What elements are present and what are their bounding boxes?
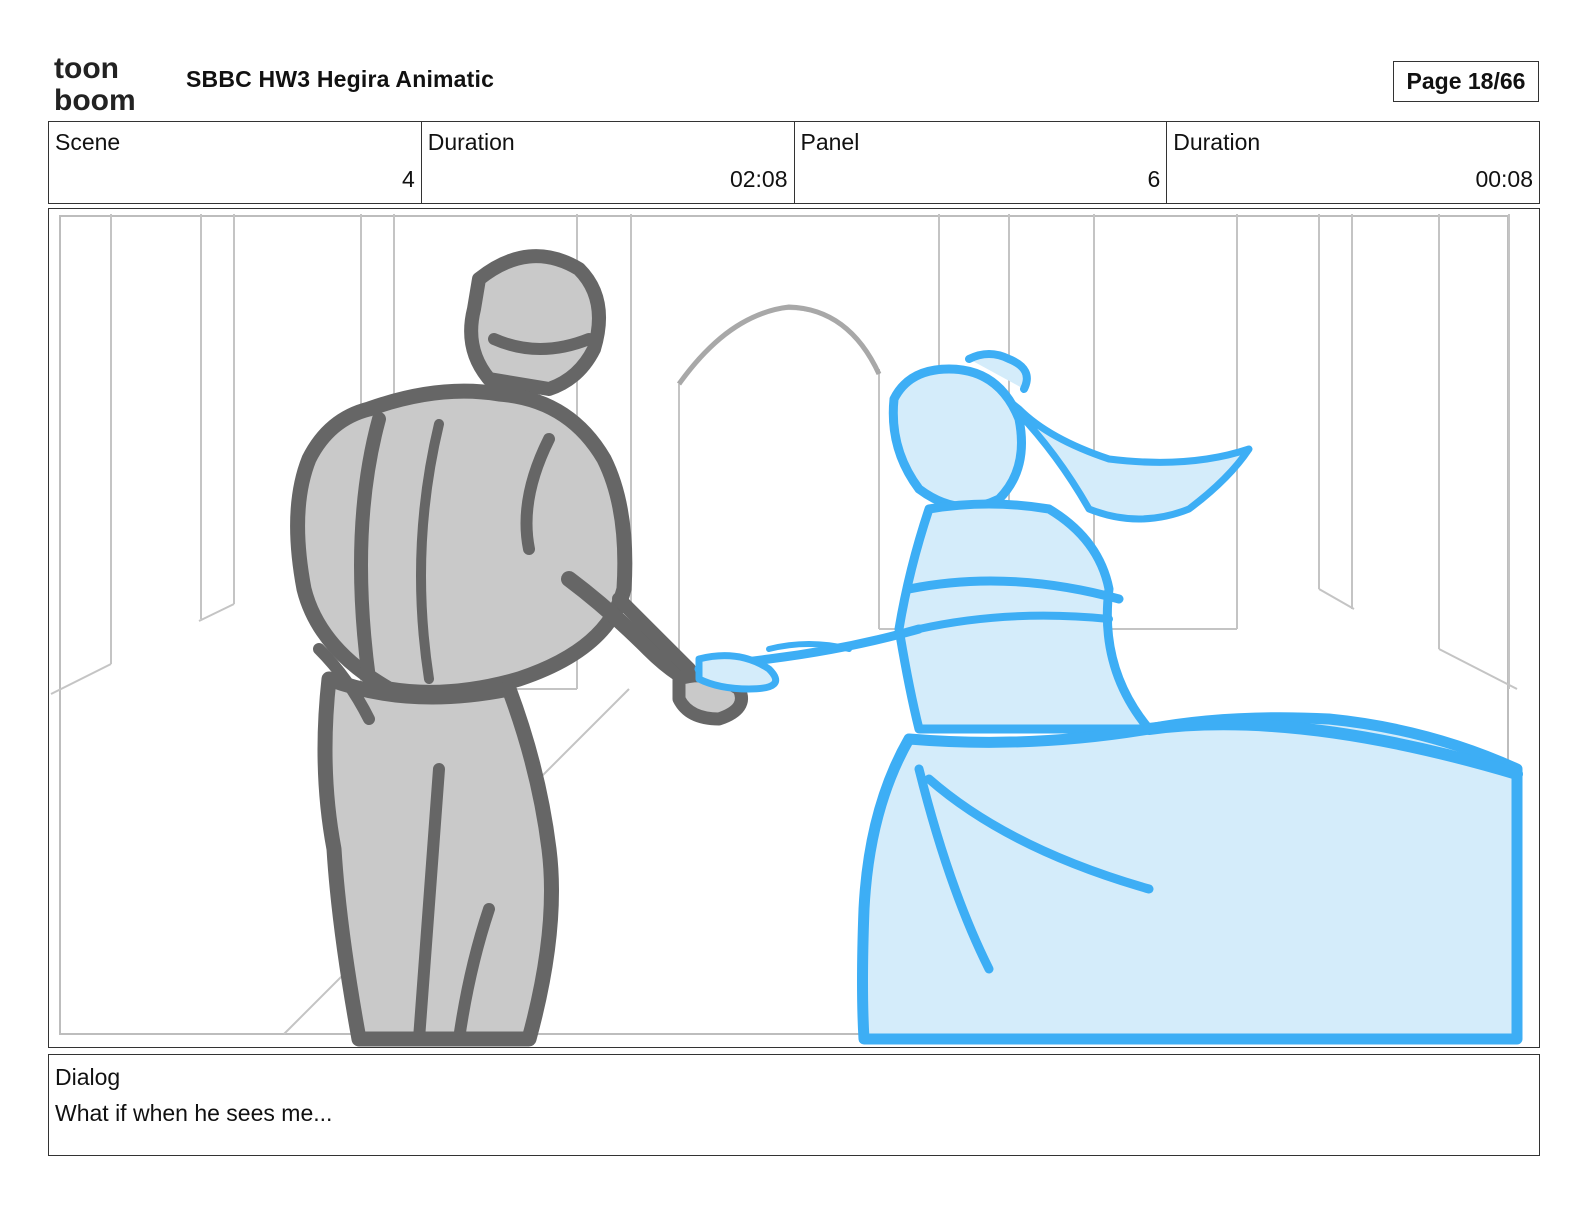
scene-duration-label: Duration	[427, 129, 515, 155]
logo-text-bottom: boom	[54, 84, 136, 112]
storyboard-panel	[48, 208, 1540, 1048]
logo-text-top: toon	[54, 52, 119, 85]
panel-label: Panel	[800, 129, 860, 155]
toonboom-logo: toon boom	[52, 52, 164, 117]
panel-sketch	[50, 214, 1523, 1047]
page-indicator: Page 18/66	[1393, 61, 1539, 102]
scene-label: Scene	[55, 129, 121, 155]
panel-duration-cell: Duration 00:08	[1167, 122, 1539, 203]
woman-figure	[694, 350, 1523, 1045]
scene-cell: Scene 4	[49, 122, 422, 203]
scene-duration-value: 02:08	[729, 166, 788, 192]
panel-duration-value: 00:08	[1475, 166, 1533, 192]
scene-value: 4	[401, 166, 415, 192]
panel-duration-label: Duration	[1173, 129, 1261, 155]
man-figure	[290, 249, 748, 1047]
scene-info-table: Scene 4 Duration 02:08 Panel 6 Duration …	[48, 121, 1540, 204]
dialog-text: What if when he sees me...	[55, 1100, 333, 1126]
dialog-label: Dialog	[55, 1064, 121, 1090]
document-title: SBBC HW3 Hegira Animatic	[186, 66, 495, 92]
dialog-section: Dialog What if when he sees me...	[48, 1054, 1540, 1156]
scene-duration-cell: Duration 02:08	[422, 122, 795, 203]
arch-accent	[676, 304, 882, 386]
panel-value: 6	[1147, 166, 1161, 192]
panel-cell: Panel 6	[795, 122, 1168, 203]
